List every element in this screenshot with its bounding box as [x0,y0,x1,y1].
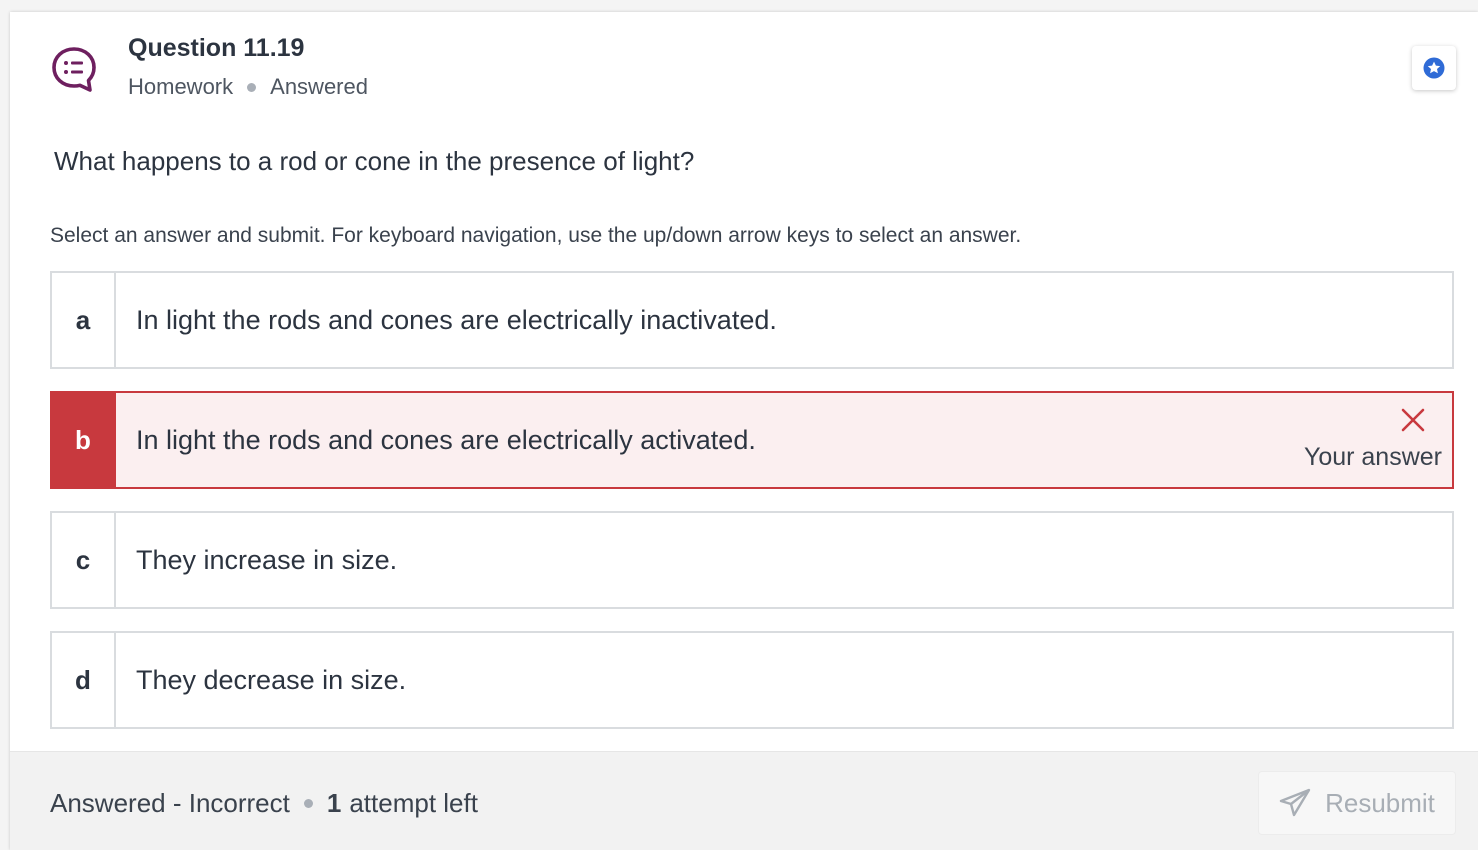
resubmit-button[interactable]: Resubmit [1258,771,1456,835]
separator-dot [247,82,257,92]
choice-text: They increase in size. [136,544,398,575]
question-text: What happens to a rod or cone in the pre… [54,146,695,176]
question-card: Question 11.19 Homework Answered What ha… [10,12,1478,850]
choice-text: They decrease in size. [136,664,407,695]
choice-text: In light the rods and cones are electric… [136,304,777,335]
submission-footer: Answered - Incorrect 1 attempt left Resu… [10,751,1478,850]
your-answer-label: Your answer [1303,443,1442,471]
choice-letter: d [52,633,116,727]
choice-letter: c [52,513,116,607]
question-bubble-icon [52,47,96,92]
star-icon [1423,57,1445,79]
choice-letter: b [52,393,116,487]
choice-text: In light the rods and cones are electric… [136,424,756,455]
question-category: Homework [128,74,234,99]
answer-choice-a[interactable]: a In light the rods and cones are electr… [50,271,1454,369]
send-icon [1279,788,1311,817]
attempts-label: attempt left [349,788,478,818]
separator-dot [303,799,313,808]
status-text: Answered - Incorrect [50,788,290,818]
submission-status: Answered - Incorrect 1 attempt left [50,788,478,819]
question-title: Question 11.19 [128,34,305,62]
attempts-count: 1 [326,788,342,818]
question-state: Answered [270,74,368,99]
answer-instructions: Select an answer and submit. For keyboar… [50,224,1022,247]
close-icon [1401,408,1425,432]
choice-letter: a [52,273,116,367]
question-meta: Homework Answered [128,74,368,100]
bookmark-button[interactable] [1412,46,1456,90]
answer-choice-d[interactable]: d They decrease in size. [50,631,1454,729]
resubmit-label: Resubmit [1325,787,1435,818]
answer-choice-c[interactable]: c They increase in size. [50,511,1454,609]
answer-feedback: Your answer [1304,407,1442,472]
answer-choice-b[interactable]: b In light the rods and cones are electr… [50,391,1454,489]
